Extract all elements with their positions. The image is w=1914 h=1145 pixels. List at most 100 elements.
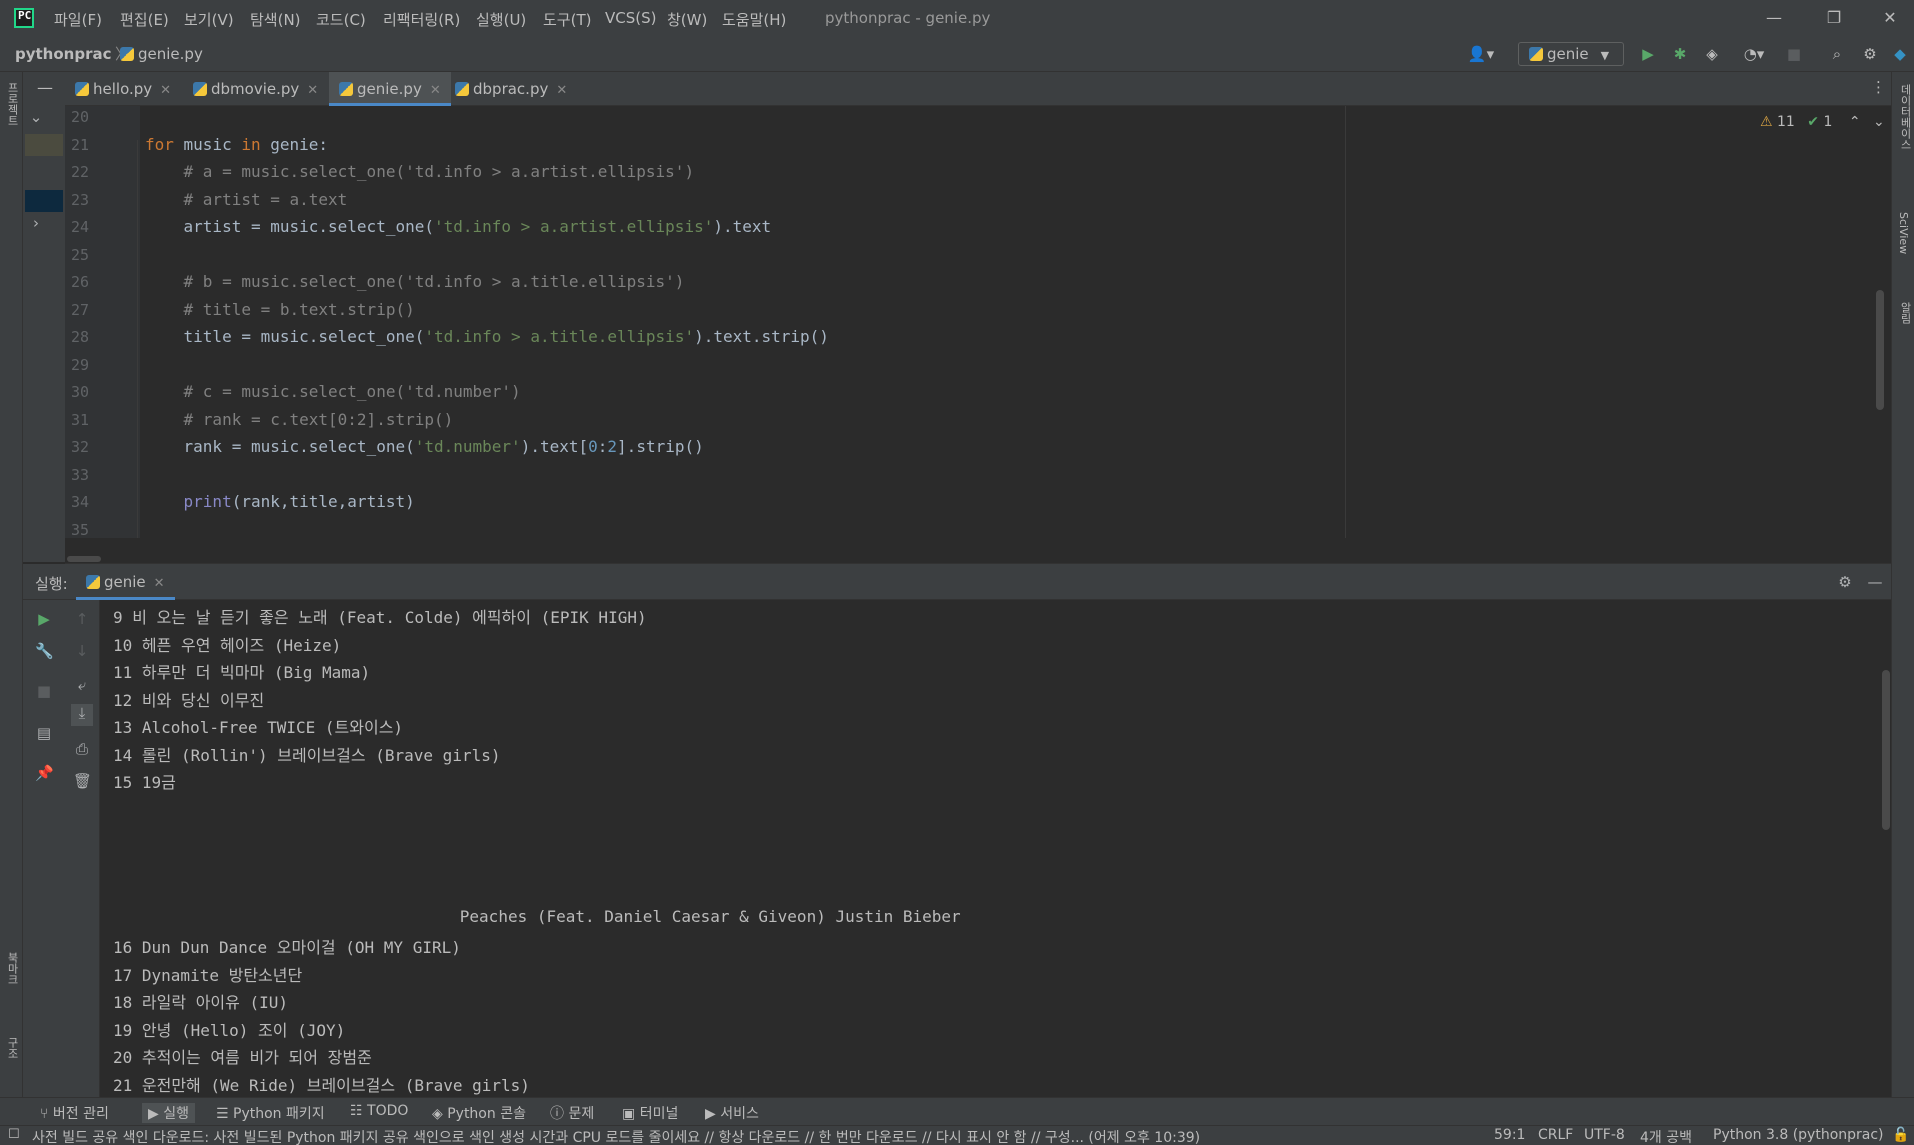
- console-line: 9 비 오는 날 듣기 좋은 노래 (Feat. Colde) 에픽하이 (EP…: [113, 608, 647, 627]
- menu-file[interactable]: 파일(F): [54, 9, 102, 30]
- chevron-down-icon[interactable]: ⌄: [1873, 114, 1885, 130]
- project-tree-row[interactable]: [25, 190, 63, 212]
- python-interpreter[interactable]: Python 3.8 (pythonprac): [1713, 1127, 1884, 1143]
- tool-problems[interactable]: ⓘ 문제: [550, 1103, 594, 1123]
- tool-terminal[interactable]: ▣ 터미널: [622, 1103, 678, 1123]
- collapse-icon[interactable]: —: [37, 78, 57, 97]
- inspection-widget[interactable]: ⚠ 11 ✔ 1 ⌃ ⌄: [1760, 114, 1885, 130]
- editor-tab-bar: — hello.py ✕ dbmovie.py ✕ genie.py ✕ dbprac…: [37, 72, 1891, 106]
- project-tool-button[interactable]: 프로젝트: [4, 82, 20, 126]
- line-separator[interactable]: CRLF: [1538, 1127, 1573, 1143]
- close-tab-icon[interactable]: ✕: [556, 83, 567, 98]
- scroll-thumb[interactable]: [67, 556, 101, 562]
- close-tab-icon[interactable]: ✕: [430, 83, 441, 98]
- caret-position[interactable]: 59:1: [1494, 1127, 1525, 1143]
- menu-help[interactable]: 도움말(H): [722, 9, 786, 30]
- close-tab-icon[interactable]: ✕: [160, 83, 171, 98]
- tab-hello[interactable]: hello.py ✕: [65, 72, 181, 106]
- tool-todo[interactable]: ☷ TODO: [350, 1103, 408, 1119]
- tool-services[interactable]: ▶ 서비스: [705, 1103, 759, 1123]
- minimize-button[interactable]: —: [1752, 4, 1796, 32]
- python-icon: [86, 575, 100, 589]
- line-number: 23: [70, 191, 89, 209]
- trash-icon[interactable]: 🗑: [73, 772, 92, 790]
- terminal-icon: ▣: [622, 1106, 640, 1122]
- file-encoding[interactable]: UTF-8: [1584, 1127, 1625, 1143]
- status-message[interactable]: 사전 빌드 공유 색인 다운로드: 사전 빌드된 Python 패키지 공유 색…: [32, 1127, 1362, 1145]
- python-icon: ◈: [432, 1106, 448, 1122]
- account-icon[interactable]: 👤▾: [1466, 44, 1496, 64]
- check-icon: ✔: [1807, 114, 1820, 130]
- menu-vcs[interactable]: VCS(S): [605, 9, 656, 27]
- hide-panel-icon[interactable]: —: [1866, 573, 1884, 591]
- more-tabs-icon[interactable]: ⋮: [1871, 78, 1886, 96]
- scroll-to-end-icon[interactable]: ⤓: [71, 704, 93, 726]
- pin-icon[interactable]: 📌: [35, 764, 54, 782]
- close-tab-icon[interactable]: ✕: [154, 576, 165, 591]
- menu-refactor[interactable]: 리팩터링(R): [383, 9, 460, 30]
- menu-window[interactable]: 창(W): [667, 9, 707, 30]
- chevron-right-icon[interactable]: ›: [27, 214, 45, 232]
- menu-code[interactable]: 코드(C): [316, 9, 366, 30]
- sciview-tool-button[interactable]: SciView: [1897, 212, 1910, 254]
- bookmarks-tool-button[interactable]: 북마크: [4, 952, 20, 985]
- arrow-up-icon[interactable]: ↑: [73, 610, 91, 628]
- tab-genie[interactable]: genie.py ✕: [329, 72, 451, 106]
- plugin-icon[interactable]: ◆: [1890, 44, 1910, 64]
- breadcrumb-project[interactable]: pythonprac: [15, 45, 112, 63]
- tab-dbprac[interactable]: dbprac.py ✕: [445, 72, 577, 106]
- console-line: 17 Dynamite 방탄소년단: [113, 966, 303, 985]
- close-tab-icon[interactable]: ✕: [307, 83, 318, 98]
- console-line: 18 라일락 아이유 (IU): [113, 993, 289, 1012]
- python-icon: [1529, 47, 1543, 61]
- chevron-up-icon[interactable]: ⌃: [1849, 114, 1861, 130]
- lock-icon[interactable]: 🔓: [1892, 1127, 1909, 1143]
- tool-python-console[interactable]: ◈ Python 콘솔: [432, 1103, 526, 1123]
- project-tree-row[interactable]: [25, 134, 63, 156]
- structure-tool-button[interactable]: 구조: [4, 1037, 20, 1059]
- close-window-button[interactable]: ✕: [1868, 4, 1912, 32]
- layout-icon[interactable]: ▤: [35, 724, 53, 742]
- breadcrumb-file[interactable]: genie.py: [120, 45, 203, 63]
- menu-navigate[interactable]: 탐색(N): [250, 9, 301, 30]
- settings-gear-icon[interactable]: ⚙: [1836, 573, 1854, 591]
- tool-label: TODO: [367, 1103, 409, 1119]
- print-icon[interactable]: ⎙: [73, 740, 91, 758]
- tab-dbmovie[interactable]: dbmovie.py ✕: [183, 72, 328, 106]
- database-tool-button[interactable]: 데이터베이스: [1897, 84, 1913, 150]
- editor-scrollbar[interactable]: [1876, 290, 1884, 410]
- menu-view[interactable]: 보기(V): [184, 9, 234, 30]
- editor-horizontal-scrollbar[interactable]: [65, 538, 1891, 564]
- tool-run[interactable]: ▶ 실행: [142, 1103, 195, 1123]
- wrench-icon[interactable]: 🔧: [35, 642, 54, 660]
- toggle-panels-icon[interactable]: ☐: [8, 1127, 20, 1142]
- menu-run[interactable]: 실행(U): [476, 9, 526, 30]
- code-line: # c = music.select_one('td.number'): [183, 382, 521, 401]
- chevron-down-icon[interactable]: ⌄: [27, 108, 45, 126]
- coverage-icon[interactable]: ◈: [1702, 44, 1722, 64]
- code-line: # artist = a.text: [183, 190, 348, 209]
- tool-version-control[interactable]: ⑂ 버전 관리: [40, 1103, 109, 1123]
- profile-icon[interactable]: ◔▾: [1736, 44, 1772, 64]
- notifications-tool-button[interactable]: 알림: [1897, 302, 1913, 324]
- rerun-icon[interactable]: ▶: [35, 610, 53, 628]
- tool-window-strip: ⑂ 버전 관리 ▶ 실행 ☰ Python 패키지 ☷ TODO ◈ Pytho…: [0, 1097, 1914, 1125]
- run-tab-genie[interactable]: genie ✕: [76, 564, 175, 600]
- line-number: 25: [70, 246, 89, 264]
- settings-gear-icon[interactable]: ⚙: [1860, 44, 1880, 64]
- stop-icon[interactable]: ■: [1784, 44, 1804, 64]
- console-scrollbar[interactable]: [1882, 670, 1890, 830]
- restore-button[interactable]: ❐: [1812, 4, 1856, 32]
- arrow-down-icon[interactable]: ↓: [73, 642, 91, 660]
- menu-edit[interactable]: 편집(E): [120, 9, 169, 30]
- indent-setting[interactable]: 4개 공백: [1640, 1127, 1692, 1145]
- stop-icon[interactable]: ■: [35, 682, 53, 700]
- tool-python-packages[interactable]: ☰ Python 패키지: [216, 1103, 325, 1123]
- search-icon[interactable]: ⌕: [1827, 44, 1847, 64]
- soft-wrap-icon[interactable]: ⤶: [73, 676, 91, 694]
- debug-icon[interactable]: ✱: [1670, 44, 1690, 64]
- run-icon[interactable]: ▶: [1638, 44, 1658, 64]
- python-file-icon: [120, 47, 134, 61]
- run-config-select[interactable]: genie ▼: [1518, 42, 1624, 66]
- menu-tools[interactable]: 도구(T): [543, 9, 591, 30]
